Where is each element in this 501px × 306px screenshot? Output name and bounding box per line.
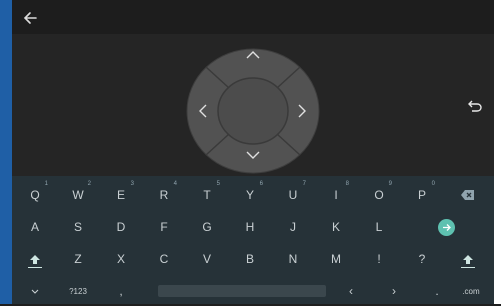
backspace-key[interactable]	[449, 180, 487, 210]
dotcom-key[interactable]: .com	[452, 276, 490, 306]
key-j[interactable]: J	[274, 212, 312, 242]
key-c[interactable]: C	[145, 244, 183, 274]
key-s[interactable]: S	[59, 212, 97, 242]
key-t[interactable]: T5	[188, 180, 226, 210]
shift-indicator	[461, 267, 475, 268]
key-v[interactable]: V	[188, 244, 226, 274]
chevron-down-icon	[31, 289, 39, 294]
key-a[interactable]: A	[16, 212, 54, 242]
key-n[interactable]: N	[274, 244, 312, 274]
key-l[interactable]: L	[360, 212, 398, 242]
key-i[interactable]: I8	[317, 180, 355, 210]
enter-icon	[437, 218, 455, 236]
key-f[interactable]: F	[145, 212, 183, 242]
space-bar[interactable]	[158, 285, 326, 297]
backspace-icon	[461, 190, 474, 200]
key-y[interactable]: Y6	[231, 180, 269, 210]
key-o[interactable]: O9	[360, 180, 398, 210]
left-window-edge	[0, 0, 12, 304]
cursor-left-key[interactable]: ‹	[332, 276, 370, 306]
key-g[interactable]: G	[188, 212, 226, 242]
key-z[interactable]: Z	[59, 244, 97, 274]
keyboard-row-2: A S D F G H J K L	[12, 212, 494, 242]
key-w[interactable]: W2	[59, 180, 97, 210]
key-d[interactable]: D	[102, 212, 140, 242]
key-question[interactable]: ?	[403, 244, 441, 274]
key-x[interactable]: X	[102, 244, 140, 274]
key-exclamation[interactable]: !	[360, 244, 398, 274]
keyboard-row-4: ?123 , ‹ › . .com	[12, 276, 494, 306]
key-k[interactable]: K	[317, 212, 355, 242]
undo-icon[interactable]	[467, 98, 483, 114]
symbols-key[interactable]: ?123	[59, 276, 97, 306]
key-h[interactable]: H	[231, 212, 269, 242]
shift-icon	[463, 254, 473, 264]
back-arrow-icon[interactable]	[22, 10, 38, 26]
key-u[interactable]: U7	[274, 180, 312, 210]
keyboard-row-3: Z X C V B N M ! ?	[12, 244, 494, 274]
key-b[interactable]: B	[231, 244, 269, 274]
collapse-keyboard-key[interactable]	[16, 276, 54, 306]
shift-key-left[interactable]	[16, 244, 54, 274]
cursor-right-key[interactable]: ›	[375, 276, 413, 306]
shift-icon	[30, 254, 40, 264]
comma-key[interactable]: ,	[102, 276, 140, 306]
on-screen-keyboard: Q1 W2 E3 R4 T5 Y6 U7 I8 O9 P0 A S D F G …	[12, 176, 494, 304]
shift-indicator	[28, 267, 42, 268]
top-bar	[12, 0, 494, 34]
right-window-edge	[494, 0, 501, 304]
key-e[interactable]: E3	[102, 180, 140, 210]
shift-key-right[interactable]	[449, 244, 487, 274]
period-key[interactable]: .	[418, 276, 456, 306]
keyboard-row-1: Q1 W2 E3 R4 T5 Y6 U7 I8 O9 P0	[12, 180, 494, 210]
key-q[interactable]: Q1	[16, 180, 54, 210]
dpad-control[interactable]	[186, 48, 320, 174]
key-r[interactable]: R4	[145, 180, 183, 210]
enter-key[interactable]	[427, 212, 465, 242]
key-p[interactable]: P0	[403, 180, 441, 210]
key-m[interactable]: M	[317, 244, 355, 274]
